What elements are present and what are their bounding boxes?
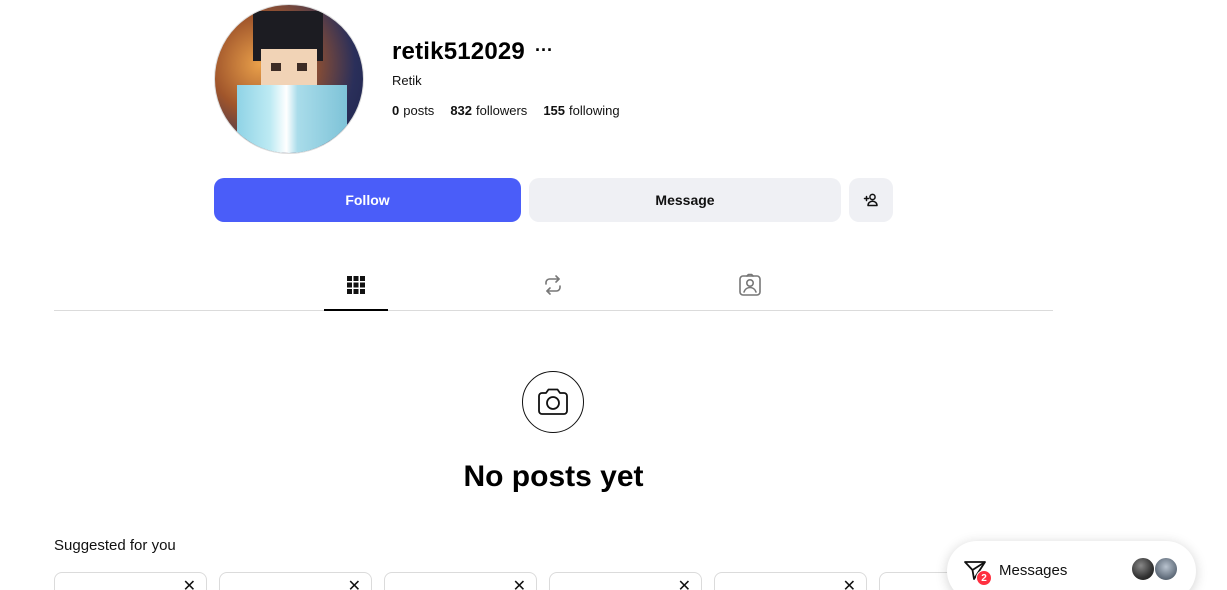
add-user-button[interactable] bbox=[849, 178, 893, 222]
messages-label: Messages bbox=[999, 562, 1068, 579]
profile-avatar[interactable] bbox=[214, 4, 364, 154]
profile-display-name: Retik bbox=[392, 73, 422, 88]
message-button[interactable]: Message bbox=[529, 178, 841, 222]
suggestion-card[interactable]: ✕ bbox=[549, 572, 702, 590]
suggested-heading: Suggested for you bbox=[54, 537, 176, 554]
tagged-icon bbox=[739, 273, 761, 296]
avatar-figure-eye bbox=[271, 63, 281, 71]
profile-stats: 0 posts 832 followers 155 following bbox=[392, 103, 620, 118]
more-options-icon[interactable]: ··· bbox=[535, 40, 553, 60]
suggestion-card[interactable]: ✕ bbox=[714, 572, 867, 590]
following-stat[interactable]: 155 following bbox=[543, 103, 619, 118]
dismiss-icon[interactable]: ✕ bbox=[843, 579, 856, 590]
dismiss-icon[interactable]: ✕ bbox=[513, 579, 526, 590]
camera-icon bbox=[538, 388, 568, 415]
dismiss-icon[interactable]: ✕ bbox=[183, 579, 196, 590]
posts-stat: 0 posts bbox=[392, 103, 435, 118]
tab-posts[interactable] bbox=[324, 260, 388, 311]
reposts-icon bbox=[545, 275, 561, 295]
follow-button[interactable]: Follow bbox=[214, 178, 521, 222]
suggestion-card[interactable]: ✕ bbox=[384, 572, 537, 590]
avatar-figure-eye bbox=[297, 63, 307, 71]
dismiss-icon[interactable]: ✕ bbox=[348, 579, 361, 590]
empty-state-camera bbox=[522, 371, 584, 433]
avatar-figure-face bbox=[261, 49, 317, 85]
profile-username: retik512029 bbox=[392, 38, 525, 65]
avatar bbox=[1154, 557, 1178, 581]
dismiss-icon[interactable]: ✕ bbox=[678, 579, 691, 590]
suggestion-card[interactable]: ✕ bbox=[54, 572, 207, 590]
followers-stat[interactable]: 832 followers bbox=[450, 103, 527, 118]
grid-icon bbox=[347, 276, 365, 294]
avatar-figure-body bbox=[237, 85, 347, 153]
empty-state-title: No posts yet bbox=[463, 460, 644, 493]
tab-tagged[interactable] bbox=[718, 260, 782, 310]
messages-badge: 2 bbox=[976, 570, 992, 586]
profile-tabs bbox=[54, 260, 1053, 311]
suggestion-card[interactable]: ✕ bbox=[219, 572, 372, 590]
messages-pill[interactable]: 2 Messages bbox=[947, 541, 1196, 590]
avatar bbox=[1131, 557, 1155, 581]
tab-reposts[interactable] bbox=[521, 260, 585, 310]
add-user-icon bbox=[863, 193, 878, 207]
